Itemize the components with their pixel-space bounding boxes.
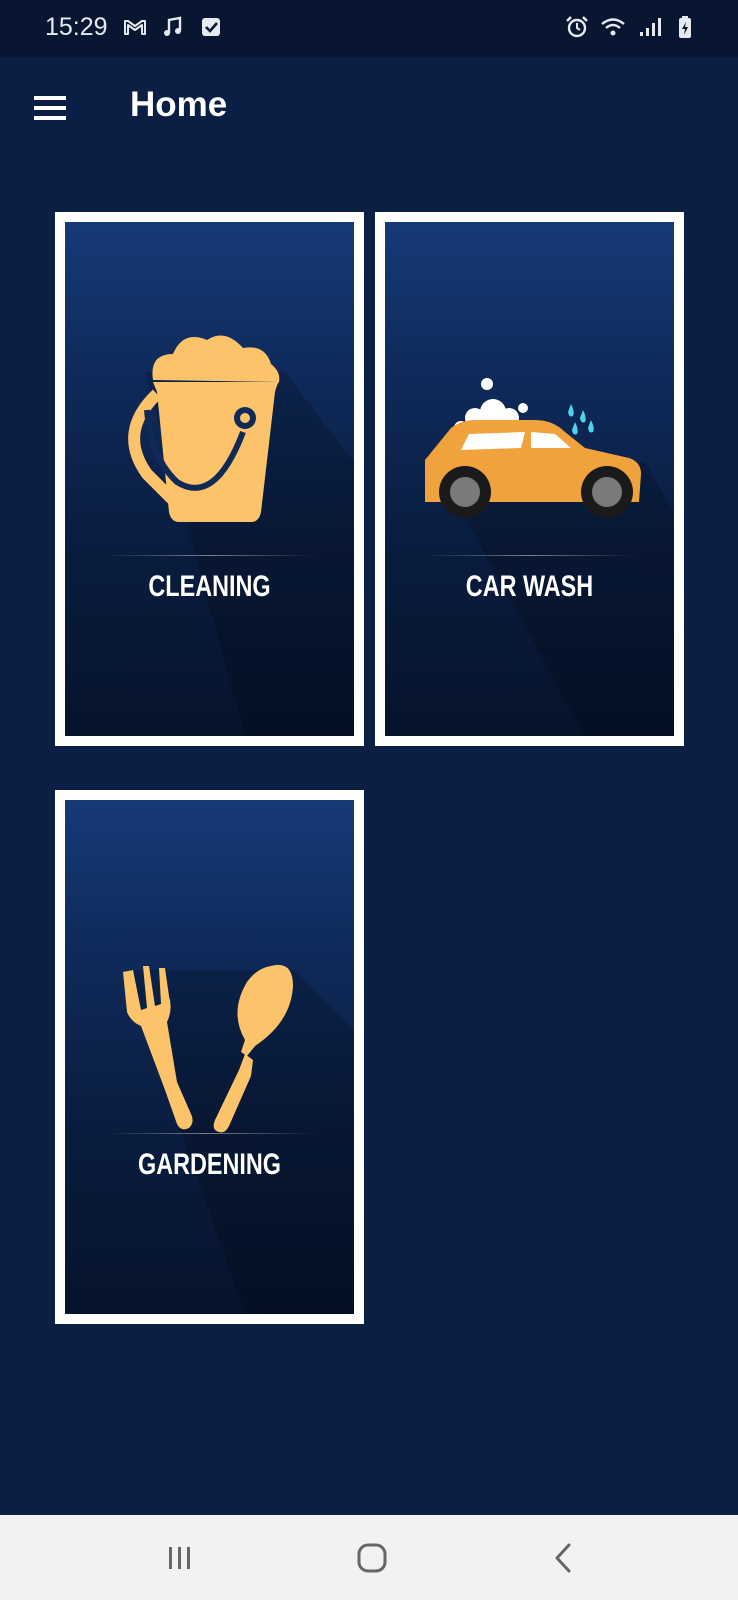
car-wash-icon [385, 222, 674, 736]
music-note-icon [160, 14, 186, 40]
wifi-icon [600, 14, 626, 40]
hamburger-menu-icon[interactable] [26, 88, 74, 128]
back-icon[interactable] [541, 1535, 587, 1581]
status-time: 15:29 [45, 13, 108, 41]
recents-icon[interactable] [157, 1535, 203, 1581]
alarm-icon [564, 14, 590, 40]
tile-divider [425, 555, 634, 556]
tile-divider [105, 1133, 314, 1134]
service-tile-car-wash[interactable]: CAR WASH [375, 212, 684, 746]
bucket-icon [65, 222, 354, 736]
tile-divider [105, 555, 314, 556]
service-label: CAR WASH [465, 570, 594, 603]
service-tile-cleaning[interactable]: CLEANING [55, 212, 364, 746]
app-bar: Home [0, 57, 738, 157]
checkbox-icon [198, 14, 224, 40]
gmail-icon [122, 14, 148, 40]
service-label: CLEANING [148, 570, 271, 603]
status-bar: 15:29 [0, 0, 738, 57]
service-tile-gardening[interactable]: GARDENING [55, 790, 364, 1324]
home-icon[interactable] [349, 1535, 395, 1581]
battery-charging-icon [672, 14, 698, 40]
signal-icon [636, 14, 662, 40]
navigation-bar [0, 1515, 738, 1600]
page-title: Home [130, 85, 228, 124]
garden-tools-icon [65, 800, 354, 1314]
service-label: GARDENING [137, 1148, 282, 1181]
notification-icons [122, 14, 224, 40]
system-icons [564, 14, 698, 40]
